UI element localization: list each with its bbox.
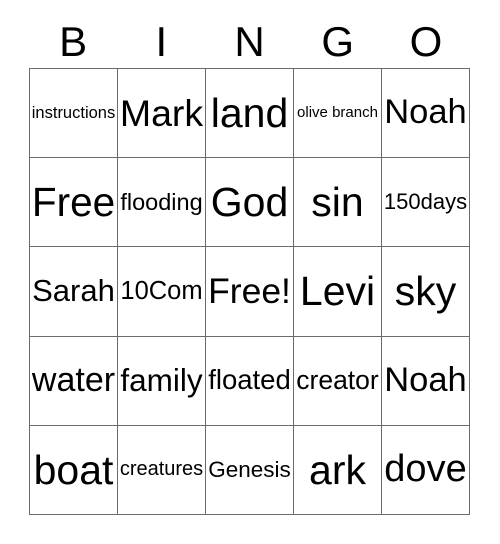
bingo-cell-text: land	[210, 89, 289, 136]
bingo-cell-text: Levi	[299, 268, 376, 315]
bingo-cell[interactable]: Levi	[294, 247, 382, 337]
bingo-cell[interactable]: Genesis	[206, 425, 294, 515]
bingo-cell-text: Free!	[208, 271, 291, 312]
bingo-cell-text: creatures	[119, 458, 204, 481]
bingo-cell-text: water	[31, 361, 116, 400]
bingo-cell[interactable]: 150days	[382, 158, 470, 248]
bingo-cell[interactable]: floated	[206, 336, 294, 426]
bingo-cell-text: Noah	[384, 93, 467, 132]
bingo-cell[interactable]: dove	[382, 425, 470, 515]
bingo-cell[interactable]: sin	[294, 158, 382, 248]
bingo-cell-text: instructions	[31, 103, 116, 122]
bingo-header-letter-i: I	[155, 18, 168, 65]
bingo-cell[interactable]: 10Com	[118, 247, 206, 337]
bingo-cell-text: Genesis	[208, 457, 291, 483]
bingo-cell-text: boat	[33, 446, 114, 493]
bingo-cell-text: flooding	[120, 189, 203, 216]
bingo-cell-text: 10Com	[120, 277, 203, 306]
bingo-cell-text: sin	[311, 178, 364, 225]
bingo-grid: instructions Mark land olive branch Noah…	[29, 68, 470, 515]
bingo-cell[interactable]: Mark	[118, 69, 206, 159]
bingo-cell-text: God	[210, 178, 289, 225]
bingo-cell[interactable]: Sarah	[30, 247, 118, 337]
bingo-header-letter-g: G	[321, 18, 355, 65]
bingo-cell-text: dove	[384, 448, 467, 491]
bingo-cell-text: floated	[208, 364, 291, 396]
bingo-cell-text: Sarah	[32, 273, 115, 309]
bingo-cell[interactable]: boat	[30, 425, 118, 515]
bingo-cell[interactable]: Noah	[382, 69, 470, 159]
bingo-header-letter-o: O	[409, 18, 443, 65]
bingo-cell-text: creator	[296, 364, 379, 395]
bingo-cell[interactable]: instructions	[30, 69, 118, 159]
bingo-cell-free[interactable]: Free!	[206, 247, 294, 337]
bingo-cell[interactable]: land	[206, 69, 294, 159]
bingo-card: B I N G O instructions Mark land olive b…	[0, 0, 500, 544]
bingo-cell-text: Mark	[119, 91, 204, 134]
bingo-cell-text: Free	[31, 179, 116, 226]
bingo-header-letter-n: N	[234, 18, 265, 65]
bingo-cell[interactable]: Noah	[382, 336, 470, 426]
bingo-cell-text: ark	[309, 446, 366, 493]
bingo-cell[interactable]: family	[118, 336, 206, 426]
bingo-cell[interactable]: Free	[30, 158, 118, 248]
bingo-cell-text: Noah	[384, 360, 467, 399]
bingo-cell[interactable]: ark	[294, 425, 382, 515]
bingo-cell-text: family	[120, 362, 203, 399]
bingo-cell[interactable]: God	[206, 158, 294, 248]
bingo-header-letter-b: B	[59, 18, 88, 65]
bingo-cell-text: 150days	[383, 188, 468, 214]
bingo-cell-text: sky	[394, 268, 457, 315]
bingo-cell[interactable]: creator	[294, 336, 382, 426]
bingo-cell[interactable]: water	[30, 336, 118, 426]
bingo-header-row: B I N G O	[29, 16, 470, 68]
bingo-cell[interactable]: flooding	[118, 158, 206, 248]
bingo-cell[interactable]: creatures	[118, 425, 206, 515]
bingo-cell-text: olive branch	[297, 104, 378, 122]
bingo-cell[interactable]: olive branch	[294, 69, 382, 159]
bingo-cell[interactable]: sky	[382, 247, 470, 337]
